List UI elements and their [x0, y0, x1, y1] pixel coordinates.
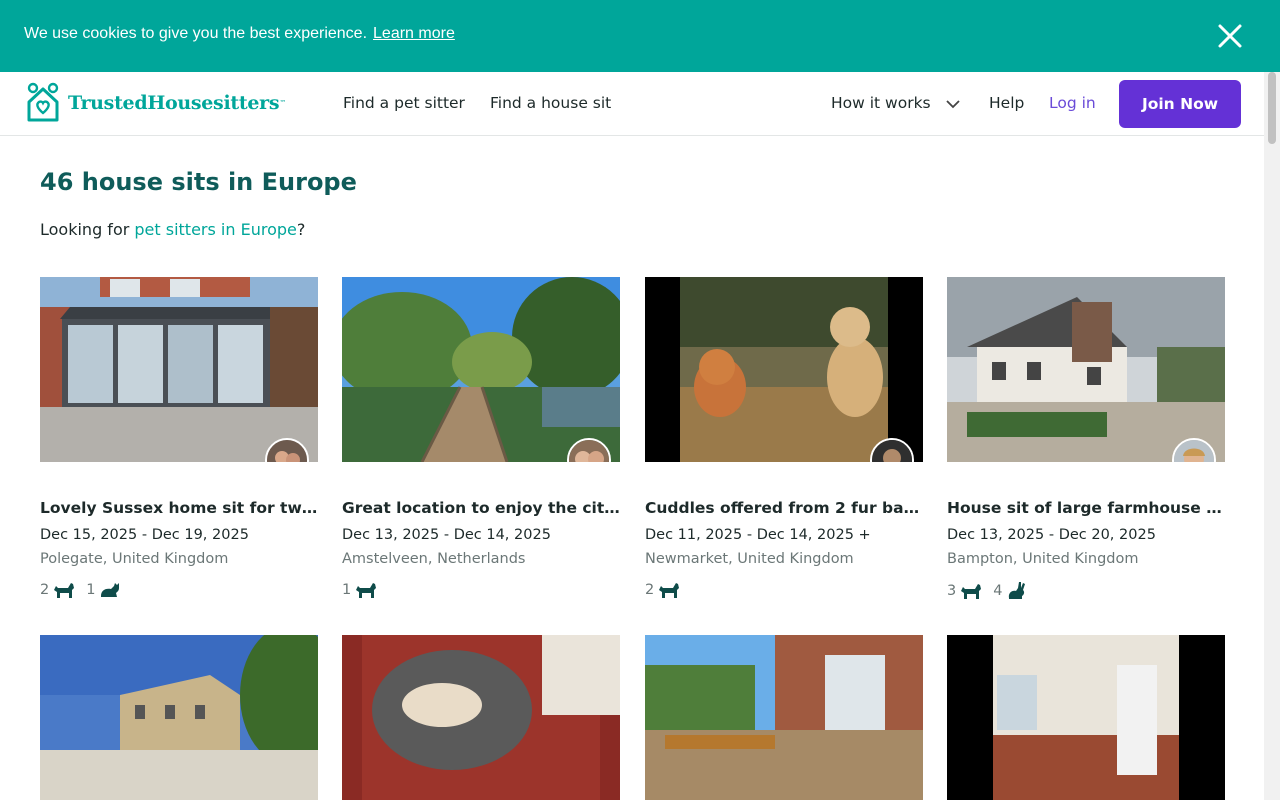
rabbit-count: 4	[993, 583, 1003, 599]
nav-find-pet-sitter[interactable]: Find a pet sitter	[343, 94, 465, 112]
close-icon[interactable]	[1216, 22, 1244, 50]
listing-location: Bampton, United Kingdom	[947, 551, 1139, 567]
listing-photo[interactable]	[342, 635, 620, 800]
listing-photo[interactable]	[40, 277, 318, 462]
listing-card[interactable]: Great location to enjoy the city of Amst…	[342, 277, 620, 598]
listing-photo[interactable]	[947, 277, 1225, 462]
listing-card[interactable]	[645, 635, 923, 800]
pet-counts: 3 4	[947, 580, 1037, 602]
pet-counts: 2 1	[40, 580, 132, 600]
house-heart-icon	[27, 82, 59, 122]
pet-sitters-europe-link[interactable]: pet sitters in Europe	[134, 220, 296, 239]
page-scrollbar[interactable]	[1264, 72, 1280, 800]
listing-location: Newmarket, United Kingdom	[645, 551, 854, 567]
dog-icon	[54, 583, 75, 598]
nav-login[interactable]: Log in	[1049, 94, 1096, 112]
dog-count: 2	[40, 582, 50, 598]
dog-icon	[659, 583, 680, 598]
listing-dates: Dec 11, 2025 - Dec 14, 2025 +	[645, 527, 871, 543]
scrollbar-thumb[interactable]	[1268, 72, 1276, 144]
nav-help[interactable]: Help	[989, 94, 1024, 112]
listing-title[interactable]: Lovely Sussex home sit for two dogs and …	[40, 499, 318, 517]
cookie-text: We use cookies to give you the best expe…	[24, 25, 368, 42]
dog-count: 2	[645, 582, 655, 598]
rabbit-icon	[1009, 582, 1026, 599]
learn-more-link[interactable]: Learn more	[373, 25, 455, 42]
listing-card[interactable]	[947, 635, 1225, 800]
listing-dates: Dec 13, 2025 - Dec 20, 2025	[947, 527, 1156, 543]
cookie-banner: We use cookies to give you the best expe…	[0, 0, 1280, 72]
looking-prefix: Looking for	[40, 220, 135, 239]
cookie-message: We use cookies to give you the best expe…	[24, 25, 455, 43]
pet-counts: 2	[645, 580, 691, 600]
page-title: 46 house sits in Europe	[40, 168, 357, 196]
dog-icon	[356, 583, 377, 598]
listing-location: Polegate, United Kingdom	[40, 551, 229, 567]
cat-icon	[101, 583, 120, 597]
dog-count: 1	[342, 582, 352, 598]
listing-photo[interactable]	[947, 635, 1225, 800]
dog-count: 3	[947, 583, 957, 599]
dog-icon	[961, 584, 982, 599]
listing-photo[interactable]	[40, 635, 318, 800]
listing-card[interactable]: Lovely Sussex home sit for two dogs and …	[40, 277, 318, 598]
nav-how-it-works[interactable]: How it works	[831, 94, 931, 112]
pet-counts: 1	[342, 580, 388, 600]
listing-title[interactable]: Cuddles offered from 2 fur babies in New…	[645, 499, 923, 517]
listing-dates: Dec 13, 2025 - Dec 14, 2025	[342, 527, 551, 543]
looking-for-text: Looking for pet sitters in Europe?	[40, 220, 305, 239]
listing-card[interactable]	[342, 635, 620, 800]
join-now-button[interactable]: Join Now	[1119, 80, 1241, 128]
nav-find-house-sit[interactable]: Find a house sit	[490, 94, 611, 112]
cat-count: 1	[86, 582, 96, 598]
listing-title[interactable]: Great location to enjoy the city of Amst…	[342, 499, 620, 517]
listing-card[interactable]	[40, 635, 318, 800]
listing-photo[interactable]	[645, 635, 923, 800]
listing-card[interactable]: House sit of large farmhouse with animal…	[947, 277, 1225, 599]
brand-name: TrustedHousesitters	[68, 92, 280, 114]
listing-card[interactable]: Cuddles offered from 2 fur babies in New…	[645, 277, 923, 598]
chevron-down-icon[interactable]	[945, 96, 961, 112]
listing-photo[interactable]	[645, 277, 923, 462]
listing-dates: Dec 15, 2025 - Dec 19, 2025	[40, 527, 249, 543]
logo[interactable]: TrustedHousesitters ™	[24, 82, 286, 124]
listing-location: Amstelveen, Netherlands	[342, 551, 526, 567]
looking-suffix: ?	[296, 220, 306, 239]
site-header: TrustedHousesitters ™ Find a pet sitter F…	[0, 72, 1264, 136]
listing-title[interactable]: House sit of large farmhouse with animal…	[947, 499, 1225, 517]
listing-photo[interactable]	[342, 277, 620, 462]
